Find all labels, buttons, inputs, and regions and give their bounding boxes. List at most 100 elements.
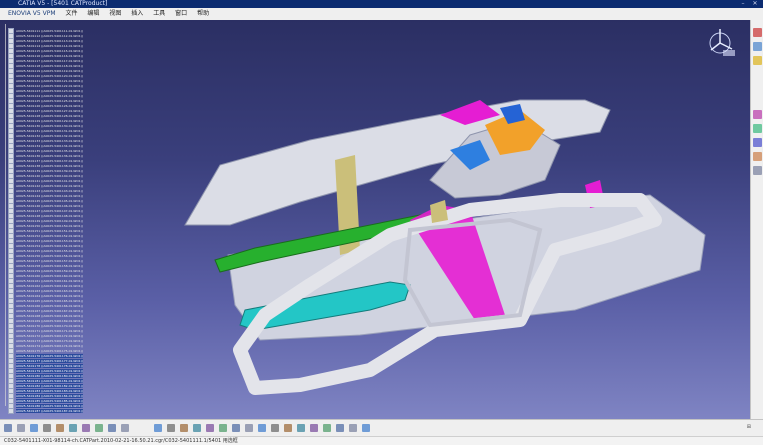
tree-item-label: A0025-5401155 ((A0025-5401155-01-WO1)) <box>16 248 83 253</box>
status-text: C032-5401111-X01-98114-ch.CATPart.2010-0… <box>4 438 238 444</box>
undo-icon[interactable] <box>95 424 103 432</box>
menu-view[interactable]: 视图 <box>109 8 121 20</box>
sketcher-icon[interactable] <box>753 56 762 65</box>
normal-view-icon[interactable] <box>245 424 253 432</box>
minimize-icon[interactable]: – <box>738 0 748 7</box>
swap-icon[interactable] <box>297 424 305 432</box>
menu-tools[interactable]: 工具 <box>153 8 165 20</box>
quick-view-icon[interactable] <box>258 424 266 432</box>
hide-icon[interactable] <box>284 424 292 432</box>
tree-item-label: A0025-5401114 ((A0025-5401114-01-WO1)) <box>16 43 83 48</box>
open-icon[interactable] <box>17 424 25 432</box>
tree-item-label: A0025-5401126 ((A0025-5401126-01-WO1)) <box>16 103 83 108</box>
menu-file[interactable]: 文件 <box>65 8 77 20</box>
tree-item-label: A0025-5401148 ((A0025-5401148-01-WO1)) <box>16 213 83 218</box>
tree-item-label: A0025-5401172 ((A0025-5401172-01-WO1)) <box>16 333 83 338</box>
tree-item-label: A0025-5401138 ((A0025-5401138-01-WO1)) <box>16 163 83 168</box>
tree-item-label: A0025-5401173 ((A0025-5401173-01-WO1)) <box>16 338 83 343</box>
tree-item-label: A0025-5401147 ((A0025-5401147-01-WO1)) <box>16 208 83 213</box>
tree-item-label: A0025-5401181 ((A0025-5401181-01-WO1)) <box>16 378 83 383</box>
measure-icon[interactable] <box>323 424 331 432</box>
tree-item-label: A0025-5401137 ((A0025-5401137-01-WO1)) <box>16 158 83 163</box>
tree-item-label: A0025-5401185 ((A0025-5401185-01-WO1)) <box>16 398 83 403</box>
tree-item-label: A0025-5401170 ((A0025-5401170-01-WO1)) <box>16 323 83 328</box>
tree-item-label: A0025-5401127 ((A0025-5401127-01-WO1)) <box>16 108 83 113</box>
tree-item-label: A0025-5401115 ((A0025-5401115-01-WO1)) <box>16 48 83 53</box>
tree-item-label: A0025-5401149 ((A0025-5401149-01-WO1)) <box>16 218 83 223</box>
tree-item-label: A0025-5401166 ((A0025-5401166-01-WO1)) <box>16 303 83 308</box>
tree-item-label: A0025-5401176 ((A0025-5401176-01-WO1)) <box>16 353 83 358</box>
part-design-icon[interactable] <box>753 28 762 37</box>
menu-enovia[interactable]: ENOVIA V5 VPM <box>8 8 56 20</box>
select-icon[interactable] <box>154 424 162 432</box>
rotate-icon[interactable] <box>206 424 214 432</box>
menu-help[interactable]: 帮助 <box>197 8 209 20</box>
part-icon <box>8 407 14 414</box>
menu-edit[interactable]: 编辑 <box>87 8 99 20</box>
tree-item-label: A0025-5401187 ((A0025-5401187-01-WO1)) <box>16 408 83 413</box>
tree-item-label: A0025-5401123 ((A0025-5401123-01-WO1)) <box>16 88 83 93</box>
tree-item-label: A0025-5401184 ((A0025-5401184-01-WO1)) <box>16 393 83 398</box>
shading-icon[interactable] <box>271 424 279 432</box>
fly-icon[interactable] <box>180 424 188 432</box>
zoom-in-icon[interactable] <box>219 424 227 432</box>
snap-icon[interactable] <box>362 424 370 432</box>
drafting-icon[interactable] <box>753 166 762 175</box>
tree-item-label: A0025-5401117 ((A0025-5401117-01-WO1)) <box>16 58 83 63</box>
cut-icon[interactable] <box>56 424 64 432</box>
tree-item-label: A0025-5401146 ((A0025-5401146-01-WO1)) <box>16 203 83 208</box>
paste-icon[interactable] <box>82 424 90 432</box>
menu-insert[interactable]: 插入 <box>131 8 143 20</box>
tree-item-label: A0025-5401178 ((A0025-5401178-01-WO1)) <box>16 363 83 368</box>
tree-item-label: A0025-5401174 ((A0025-5401174-01-WO1)) <box>16 343 83 348</box>
tree-item-label: A0025-5401167 ((A0025-5401167-01-WO1)) <box>16 308 83 313</box>
manip-icon[interactable] <box>753 138 762 147</box>
kinematics-icon[interactable] <box>753 152 762 161</box>
tree-item-label: A0025-5401144 ((A0025-5401144-01-WO1)) <box>16 193 83 198</box>
save-icon[interactable] <box>30 424 38 432</box>
tree-item-label: A0025-5401122 ((A0025-5401122-01-WO1)) <box>16 83 83 88</box>
compass-icon[interactable] <box>705 25 739 59</box>
tree-item-label: A0025-5401111 ((A0025-5401111-01-WO1)) <box>16 28 83 33</box>
filter-icon[interactable] <box>336 424 344 432</box>
3d-viewport[interactable]: A0025-5401111 ((A0025-5401111-01-WO1)) A0… <box>0 20 750 419</box>
tree-item-label: A0025-5401124 ((A0025-5401124-01-WO1)) <box>16 93 83 98</box>
assembly-icon[interactable] <box>753 42 762 51</box>
sketch-icon[interactable] <box>167 424 175 432</box>
tree-item-label: A0025-5401120 ((A0025-5401120-01-WO1)) <box>16 73 83 78</box>
section-icon[interactable] <box>349 424 357 432</box>
analysis-icon[interactable] <box>753 110 762 119</box>
tree-item-label: A0025-5401125 ((A0025-5401125-01-WO1)) <box>16 98 83 103</box>
render-icon[interactable] <box>753 124 762 133</box>
tree-item-label: A0025-5401171 ((A0025-5401171-01-WO1)) <box>16 328 83 333</box>
help-icon[interactable] <box>121 424 129 432</box>
tree-item-label: A0025-5401154 ((A0025-5401154-01-WO1)) <box>16 243 83 248</box>
tree-item-label: A0025-5401129 ((A0025-5401129-01-WO1)) <box>16 118 83 123</box>
pan-icon[interactable] <box>193 424 201 432</box>
tree-item-label: A0025-5401165 ((A0025-5401165-01-WO1)) <box>16 298 83 303</box>
redo-icon[interactable] <box>108 424 116 432</box>
tree-item-label: A0025-5401112 ((A0025-5401112-01-WO1)) <box>16 33 83 38</box>
tree-item-label: A0025-5401175 ((A0025-5401175-01-WO1)) <box>16 348 83 353</box>
tree-item-label: A0025-5401151 ((A0025-5401151-01-WO1)) <box>16 228 83 233</box>
properties-icon[interactable] <box>310 424 318 432</box>
car-body-model[interactable] <box>0 20 750 419</box>
tree-item-label: A0025-5401141 ((A0025-5401141-01-WO1)) <box>16 178 83 183</box>
tree-item-label: A0025-5401128 ((A0025-5401128-01-WO1)) <box>16 113 83 118</box>
tree-item-label: A0025-5401186 ((A0025-5401186-01-WO1)) <box>16 403 83 408</box>
specification-tree: A0025-5401111 ((A0025-5401111-01-WO1)) A0… <box>2 24 83 419</box>
tree-item-label: A0025-5401113 ((A0025-5401113-01-WO1)) <box>16 38 83 43</box>
print-icon[interactable] <box>43 424 51 432</box>
copy-icon[interactable] <box>69 424 77 432</box>
new-icon[interactable] <box>4 424 12 432</box>
tree-item-label: A0025-5401121 ((A0025-5401121-01-WO1)) <box>16 78 83 83</box>
tree-item-label: A0025-5401179 ((A0025-5401179-01-WO1)) <box>16 368 83 373</box>
zoom-out-icon[interactable] <box>232 424 240 432</box>
tree-item-label: A0025-5401130 ((A0025-5401130-01-WO1)) <box>16 123 83 128</box>
tree-item[interactable]: A0025-5401187 ((A0025-5401187-01-WO1)) <box>8 407 83 414</box>
tree-item-label: A0025-5401160 ((A0025-5401160-01-WO1)) <box>16 273 83 278</box>
tree-item-label: A0025-5401183 ((A0025-5401183-01-WO1)) <box>16 388 83 393</box>
menu-window[interactable]: 窗口 <box>175 8 187 20</box>
close-icon[interactable]: ✕ <box>750 0 760 7</box>
tree-item-label: A0025-5401156 ((A0025-5401156-01-WO1)) <box>16 253 83 258</box>
